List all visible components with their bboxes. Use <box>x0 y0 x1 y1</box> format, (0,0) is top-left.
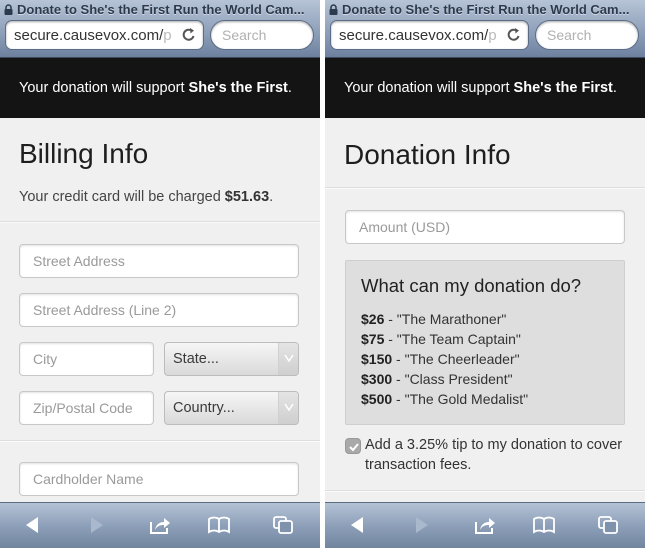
lock-icon <box>329 4 338 15</box>
charge-prefix: Your credit card will be charged <box>19 189 225 205</box>
amount-input[interactable]: Amount (USD) <box>345 210 625 244</box>
tier-name: - "The Team Captain" <box>384 331 521 347</box>
search-input[interactable]: Search <box>210 20 314 50</box>
banner-suffix: . <box>287 80 292 96</box>
state-select-value: State... <box>173 351 219 367</box>
chevron-down-icon <box>284 403 294 412</box>
zip-input[interactable]: Zip/Postal Code <box>19 391 154 425</box>
lock-icon <box>4 4 13 15</box>
banner-suffix: . <box>612 80 617 96</box>
divider <box>0 221 320 223</box>
country-select-arrow[interactable] <box>278 392 298 424</box>
url-field[interactable]: secure.causevox.com/p <box>330 20 529 50</box>
tabs-icon[interactable] <box>272 515 294 535</box>
url-text: secure.causevox.com/ <box>14 27 164 44</box>
page-title: Donate to She's the First Run the World … <box>342 2 630 17</box>
donation-tiers-box: What can my donation do? $26 - "The Mara… <box>345 260 625 425</box>
tabs-icon[interactable] <box>597 515 619 535</box>
url-text-faded: p <box>163 27 172 44</box>
tier-item: $300 - "Class President" <box>361 369 528 389</box>
divider <box>0 440 320 442</box>
share-icon[interactable] <box>474 515 496 535</box>
support-banner: Your donation will support She's the Fir… <box>325 58 645 118</box>
url-field[interactable]: secure.causevox.com/p <box>5 20 204 50</box>
page-title-bar: Donate to She's the First Run the World … <box>329 1 641 18</box>
street-address-input[interactable]: Street Address <box>19 244 299 278</box>
tier-item: $75 - "The Team Captain" <box>361 329 528 349</box>
tier-amount: $500 <box>361 391 393 407</box>
page-title: Donate to She's the First Run the World … <box>17 2 305 17</box>
reload-icon[interactable] <box>181 27 197 43</box>
chevron-down-icon <box>284 354 294 363</box>
section-title: Billing Info <box>19 138 149 169</box>
banner-org: She's the First <box>513 80 613 96</box>
tier-item: $500 - "The Gold Medalist" <box>361 389 528 409</box>
cardholder-name-input[interactable]: Cardholder Name <box>19 462 299 496</box>
support-banner: Your donation will support She's the Fir… <box>0 58 320 118</box>
country-select-value: Country... <box>173 400 235 416</box>
tier-name: - "The Marathoner" <box>384 311 507 327</box>
divider <box>325 490 645 492</box>
share-icon[interactable] <box>149 515 171 535</box>
page-title-bar: Donate to She's the First Run the World … <box>4 1 316 18</box>
banner-prefix: Your donation will support <box>344 80 514 96</box>
tier-amount: $26 <box>361 311 385 327</box>
billing-form: Billing Info Your credit card will be ch… <box>0 118 320 502</box>
state-select[interactable]: State... <box>164 342 299 376</box>
charge-amount: $51.63 <box>224 189 270 205</box>
url-text-faded: p <box>488 27 497 44</box>
tier-name: - "The Gold Medalist" <box>392 391 529 407</box>
billing-screen: Donate to She's the First Run the World … <box>0 0 320 548</box>
section-title: Donation Info <box>344 139 511 170</box>
tier-amount: $300 <box>361 371 393 387</box>
search-input[interactable]: Search <box>535 20 639 50</box>
tiers-title: What can my donation do? <box>361 275 582 296</box>
street-address-line2-input[interactable]: Street Address (Line 2) <box>19 293 299 327</box>
back-icon[interactable] <box>347 515 369 535</box>
bookmarks-icon[interactable] <box>533 515 555 535</box>
url-text: secure.causevox.com/ <box>339 27 489 44</box>
city-input[interactable]: City <box>19 342 154 376</box>
donation-form: Donation Info Amount (USD) What can my d… <box>325 118 645 502</box>
tier-amount: $150 <box>361 351 393 367</box>
back-icon[interactable] <box>22 515 44 535</box>
tier-amount: $75 <box>361 331 385 347</box>
banner-org: She's the First <box>188 80 288 96</box>
checkmark-icon <box>349 443 359 452</box>
charge-notice: Your credit card will be charged $51.63. <box>19 189 273 205</box>
browser-toolbar <box>325 502 645 548</box>
banner-prefix: Your donation will support <box>19 80 189 96</box>
tier-name: - "Class President" <box>392 371 513 387</box>
forward-icon[interactable] <box>85 515 107 535</box>
tier-item: $26 - "The Marathoner" <box>361 309 528 329</box>
browser-toolbar <box>0 502 320 548</box>
tier-list: $26 - "The Marathoner" $75 - "The Team C… <box>361 309 528 409</box>
charge-suffix: . <box>269 189 274 205</box>
tip-label[interactable]: Add a 3.25% tip to my donation to cover … <box>365 435 635 475</box>
browser-top-bar: Donate to She's the First Run the World … <box>0 0 320 58</box>
tip-checkbox[interactable] <box>345 438 361 454</box>
tier-item: $150 - "The Cheerleader" <box>361 349 528 369</box>
country-select[interactable]: Country... <box>164 391 299 425</box>
browser-top-bar: Donate to She's the First Run the World … <box>325 0 645 58</box>
bookmarks-icon[interactable] <box>208 515 230 535</box>
divider <box>325 187 645 189</box>
forward-icon[interactable] <box>410 515 432 535</box>
reload-icon[interactable] <box>506 27 522 43</box>
state-select-arrow[interactable] <box>278 343 298 375</box>
donation-screen: Donate to She's the First Run the World … <box>325 0 645 548</box>
tier-name: - "The Cheerleader" <box>392 351 520 367</box>
